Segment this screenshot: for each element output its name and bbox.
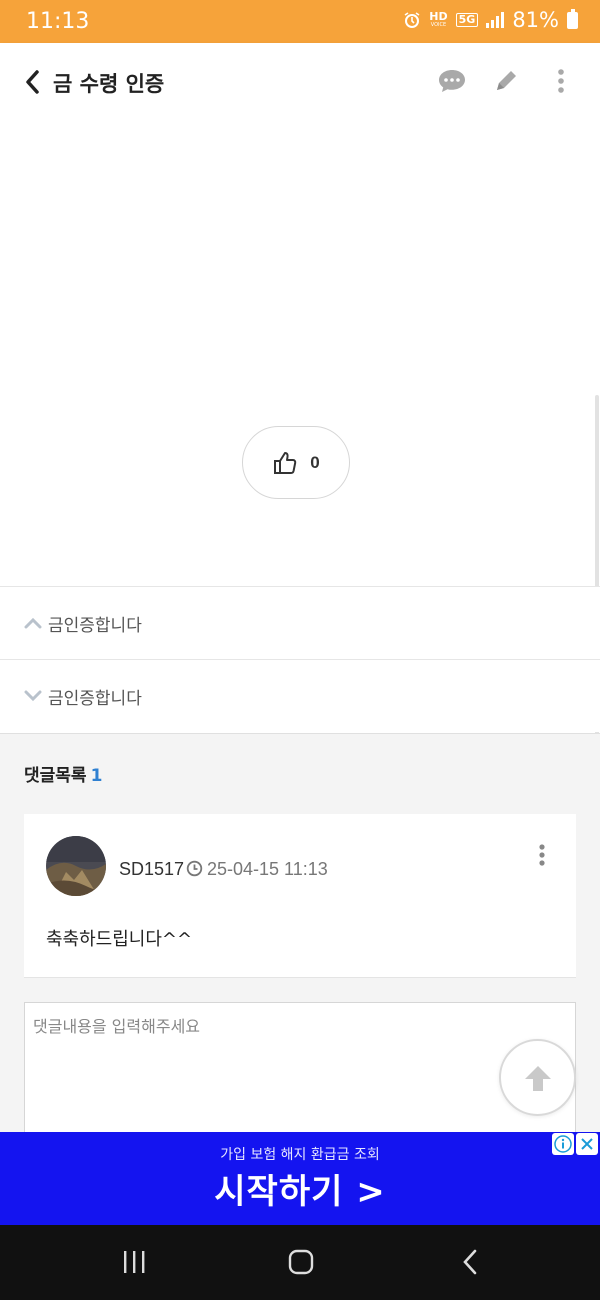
comment-item: SD1517 25-04-15 11:13 축축하드립니다^^ (24, 814, 576, 978)
comments-count: 1 (90, 766, 103, 786)
arrow-up-icon (524, 1065, 551, 1091)
chevron-up-icon (24, 617, 42, 629)
ad-close-icon[interactable] (576, 1133, 598, 1155)
comments-heading-label: 댓글목록 (24, 766, 87, 786)
android-navigation-bar (0, 1225, 600, 1300)
comments-heading: 댓글목록 1 (24, 761, 102, 786)
hd-label: HD (429, 10, 448, 23)
battery-icon (567, 8, 578, 29)
avatar[interactable] (46, 836, 106, 896)
avatar-image (46, 836, 106, 896)
home-icon (288, 1249, 314, 1275)
ad-cta[interactable]: 시작하기 > (0, 1164, 600, 1213)
prev-post-link[interactable]: 금인증합니다 (0, 586, 600, 659)
home-button[interactable] (281, 1245, 321, 1279)
comment-more-icon[interactable] (534, 844, 550, 868)
more-vertical-icon (558, 69, 564, 93)
status-bar: 11:13 HD VOICE 5G 81% (0, 0, 600, 43)
recent-apps-icon (124, 1251, 145, 1273)
app-header: 금 수령 인증 (0, 43, 600, 121)
battery-percent: 81% (512, 8, 559, 32)
prev-post-label: 금인증합니다 (48, 615, 142, 636)
chevron-down-icon (24, 690, 42, 702)
comment-input[interactable] (24, 1002, 576, 1142)
voice-label: VOICE (430, 22, 447, 28)
back-arrow-icon (463, 1249, 477, 1275)
pencil-icon (497, 71, 516, 90)
comment-bubble-icon (439, 70, 465, 92)
alarm-icon (404, 12, 420, 28)
next-post-label: 금인증합니다 (48, 688, 142, 709)
next-post-link[interactable]: 금인증합니다 (0, 659, 600, 732)
hd-voice-indicator: HD VOICE (429, 10, 448, 28)
ad-banner[interactable]: 가입 보험 해지 환급금 조회 시작하기 > (0, 1132, 600, 1225)
back-nav-button[interactable] (450, 1245, 490, 1279)
like-count: 0 (310, 452, 320, 472)
comment-author[interactable]: SD1517 (119, 859, 184, 880)
back-icon[interactable] (22, 69, 44, 95)
comment-date: 25-04-15 11:13 (207, 859, 328, 879)
clock-icon (186, 860, 203, 877)
edit-button[interactable] (490, 65, 522, 97)
scroll-to-top-button[interactable] (499, 1039, 576, 1116)
network-type: 5G (455, 13, 479, 27)
status-icons: HD VOICE 5G 81% (403, 8, 578, 32)
page-title: 금 수령 인증 (53, 72, 165, 96)
signal-icon (486, 12, 505, 28)
more-options-button[interactable] (545, 65, 577, 97)
comment-body: 축축하드립니다^^ (46, 929, 193, 950)
status-time: 11:13 (26, 9, 90, 34)
ad-info-icon[interactable] (552, 1133, 574, 1155)
ad-subtitle: 가입 보험 해지 환급금 조회 (220, 1147, 380, 1163)
post-content-area (0, 121, 600, 586)
like-button[interactable]: 0 (242, 426, 350, 499)
recent-apps-button[interactable] (114, 1245, 154, 1279)
thumbs-up-icon (274, 451, 297, 474)
comment-button[interactable] (436, 65, 468, 97)
